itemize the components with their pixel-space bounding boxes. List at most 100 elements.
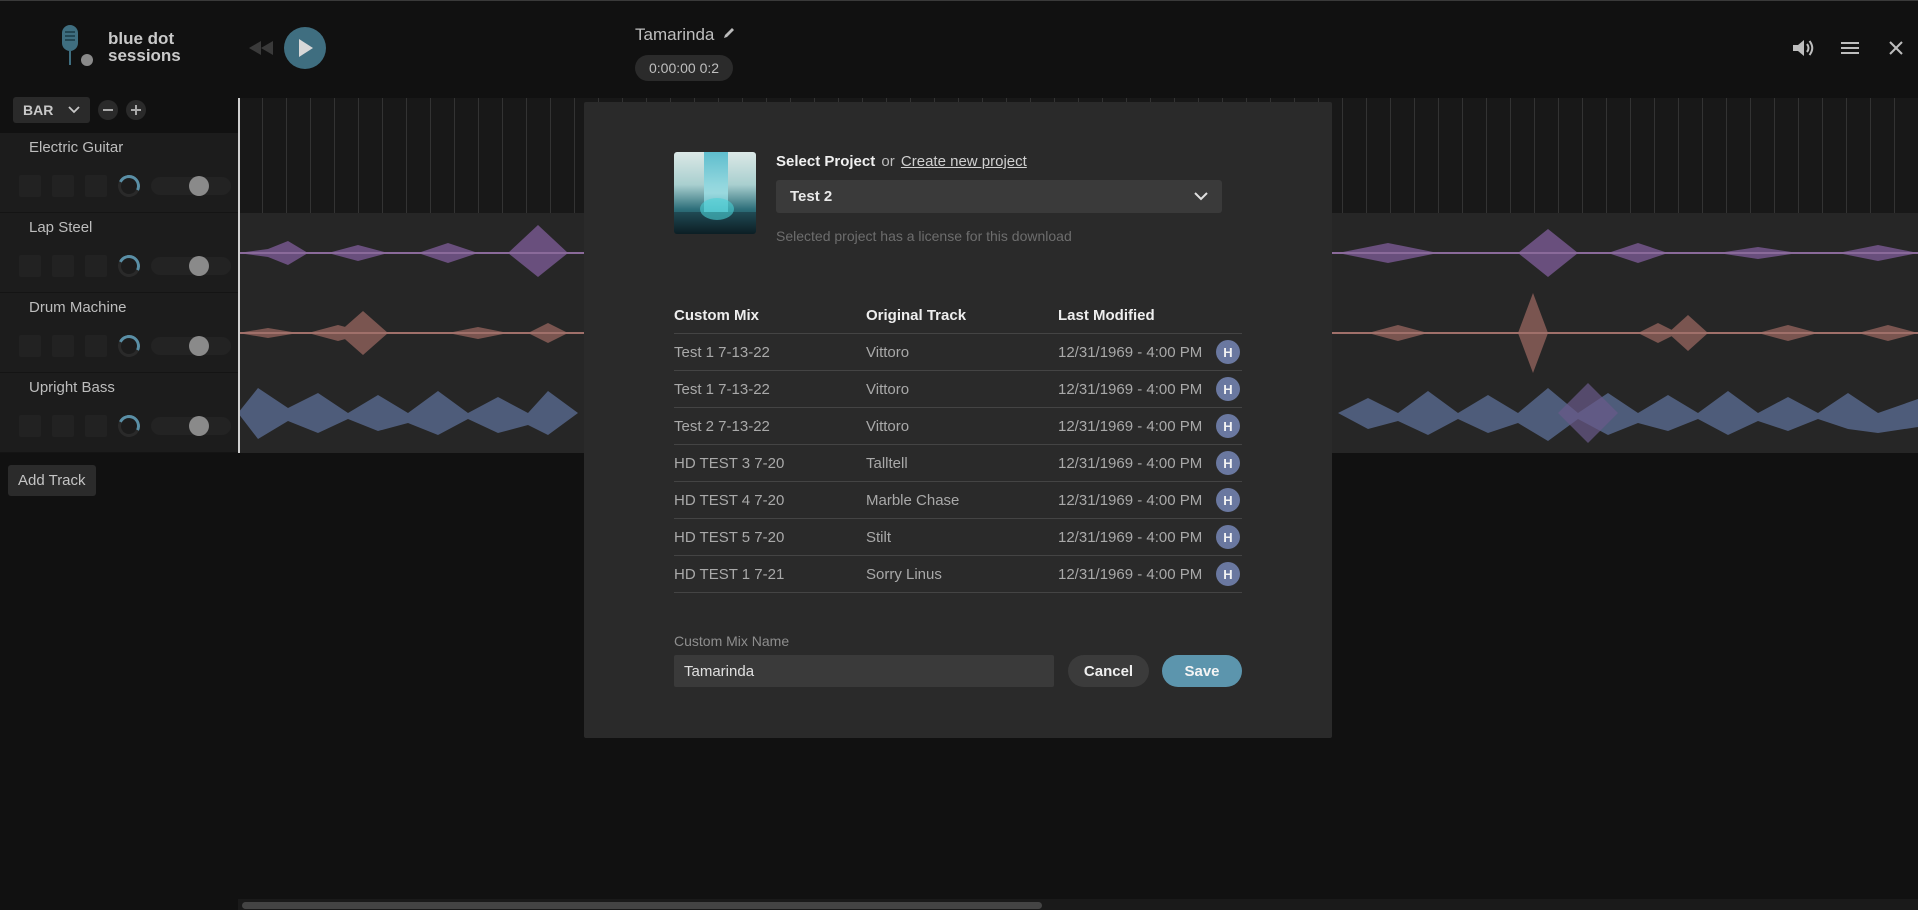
cell-original-track: Stilt <box>866 518 1058 556</box>
cell-custom-mix: HD TEST 5 7-20 <box>674 518 866 556</box>
select-project-text: Select Project <box>776 153 876 170</box>
brand-line-1: blue dot <box>108 29 175 48</box>
cell-original-track: Marble Chase <box>866 481 1058 519</box>
pan-knob[interactable] <box>114 171 144 201</box>
cell-original-track: Vittoro <box>866 407 1058 445</box>
record-button[interactable] <box>85 255 107 277</box>
zoom-in-button[interactable] <box>126 100 146 120</box>
user-avatar-badge: H <box>1216 414 1240 438</box>
track-row[interactable]: Lap Steel <box>0 213 238 293</box>
volume-slider[interactable] <box>151 256 231 276</box>
column-header-original-track: Original Track <box>866 307 1058 334</box>
title-area: Tamarinda 0:00:00 0:2 <box>635 25 736 81</box>
slider-thumb[interactable] <box>189 336 209 356</box>
app-window: blue dot sessions Tamarinda 0:00:00 0:2 <box>0 0 1918 910</box>
track-list: Electric Guitar Lap Steel Drum Machine U… <box>0 133 238 453</box>
time-display: 0:00:00 0:2 <box>635 55 734 81</box>
volume-slider[interactable] <box>151 176 231 196</box>
minus-icon <box>103 109 113 111</box>
solo-button[interactable] <box>52 415 74 437</box>
column-header-last-modified: Last Modified <box>1058 307 1216 334</box>
volume-icon[interactable] <box>1792 37 1816 59</box>
column-header-custom-mix: Custom Mix <box>674 307 866 334</box>
record-button[interactable] <box>85 175 107 197</box>
solo-button[interactable] <box>52 175 74 197</box>
grid-unit-select[interactable]: BAR <box>13 97 90 123</box>
mute-button[interactable] <box>19 175 41 197</box>
microphone-icon <box>58 25 94 69</box>
cancel-button[interactable]: Cancel <box>1068 655 1149 687</box>
add-track-button[interactable]: Add Track <box>8 465 96 496</box>
user-avatar-badge: H <box>1216 451 1240 475</box>
save-mix-dialog: Select Project or Create new project Tes… <box>584 102 1332 738</box>
track-row[interactable]: Upright Bass <box>0 373 238 453</box>
volume-slider[interactable] <box>151 416 231 436</box>
cell-custom-mix: Test 1 7-13-22 <box>674 333 866 371</box>
play-button[interactable] <box>284 27 326 69</box>
cell-last-modified: 12/31/1969 - 4:00 PM <box>1058 444 1216 482</box>
playhead[interactable] <box>238 98 240 453</box>
record-button[interactable] <box>85 335 107 357</box>
slider-thumb[interactable] <box>189 176 209 196</box>
user-avatar-badge: H <box>1216 377 1240 401</box>
zoom-out-button[interactable] <box>98 100 118 120</box>
solo-button[interactable] <box>52 335 74 357</box>
cell-custom-mix: HD TEST 4 7-20 <box>674 481 866 519</box>
table-row[interactable]: Test 1 7-13-22 Vittoro 12/31/1969 - 4:00… <box>674 333 1242 371</box>
save-button[interactable]: Save <box>1162 655 1242 687</box>
project-thumbnail <box>674 152 756 234</box>
slider-thumb[interactable] <box>189 256 209 276</box>
horizontal-scrollbar[interactable] <box>238 899 1918 910</box>
pan-knob[interactable] <box>114 251 144 281</box>
volume-slider[interactable] <box>151 336 231 356</box>
grid-controls: BAR <box>13 97 146 123</box>
mute-button[interactable] <box>19 335 41 357</box>
menu-icon[interactable] <box>1838 37 1862 59</box>
create-project-link[interactable]: Create new project <box>901 153 1027 170</box>
mute-button[interactable] <box>19 415 41 437</box>
user-avatar-badge: H <box>1216 562 1240 586</box>
cell-last-modified: 12/31/1969 - 4:00 PM <box>1058 333 1216 371</box>
custom-mix-name-label: Custom Mix Name <box>674 633 790 649</box>
track-name: Lap Steel <box>29 219 93 236</box>
table-row[interactable]: HD TEST 1 7-21 Sorry Linus 12/31/1969 - … <box>674 555 1242 593</box>
solo-button[interactable] <box>52 255 74 277</box>
scrollbar-thumb[interactable] <box>242 902 1042 909</box>
table-row[interactable]: HD TEST 3 7-20 Talltell 12/31/1969 - 4:0… <box>674 444 1242 482</box>
cell-custom-mix: Test 2 7-13-22 <box>674 407 866 445</box>
track-row[interactable]: Drum Machine <box>0 293 238 373</box>
custom-mix-table: Custom Mix Original Track Last Modified … <box>674 307 1242 593</box>
user-avatar-badge: H <box>1216 340 1240 364</box>
cell-last-modified: 12/31/1969 - 4:00 PM <box>1058 518 1216 556</box>
slider-thumb[interactable] <box>189 416 209 436</box>
pan-knob[interactable] <box>114 411 144 441</box>
edit-pencil-icon[interactable] <box>722 25 736 45</box>
transport-controls <box>246 27 326 69</box>
track-name: Drum Machine <box>29 299 127 316</box>
table-row[interactable]: HD TEST 4 7-20 Marble Chase 12/31/1969 -… <box>674 481 1242 519</box>
custom-mix-name-input[interactable] <box>674 655 1054 687</box>
close-icon[interactable] <box>1884 37 1908 59</box>
table-row[interactable]: HD TEST 5 7-20 Stilt 12/31/1969 - 4:00 P… <box>674 518 1242 556</box>
pan-knob[interactable] <box>114 331 144 361</box>
brand-logo: blue dot sessions <box>58 25 181 69</box>
cell-original-track: Vittoro <box>866 370 1058 408</box>
track-name: Upright Bass <box>29 379 115 396</box>
header-actions <box>1792 37 1908 59</box>
track-name: Electric Guitar <box>29 139 124 156</box>
record-button[interactable] <box>85 415 107 437</box>
cell-custom-mix: HD TEST 1 7-21 <box>674 555 866 593</box>
rewind-icon[interactable] <box>246 38 276 58</box>
cell-custom-mix: Test 1 7-13-22 <box>674 370 866 408</box>
cell-last-modified: 12/31/1969 - 4:00 PM <box>1058 407 1216 445</box>
brand-line-2: sessions <box>108 46 181 65</box>
or-text: or <box>881 153 895 170</box>
mute-button[interactable] <box>19 255 41 277</box>
chevron-down-icon <box>1194 192 1208 201</box>
table-row[interactable]: Test 2 7-13-22 Vittoro 12/31/1969 - 4:00… <box>674 407 1242 445</box>
project-select[interactable]: Test 2 <box>776 180 1222 213</box>
user-avatar-badge: H <box>1216 525 1240 549</box>
table-row[interactable]: Test 1 7-13-22 Vittoro 12/31/1969 - 4:00… <box>674 370 1242 408</box>
chevron-down-icon <box>68 106 80 114</box>
track-row[interactable]: Electric Guitar <box>0 133 238 213</box>
